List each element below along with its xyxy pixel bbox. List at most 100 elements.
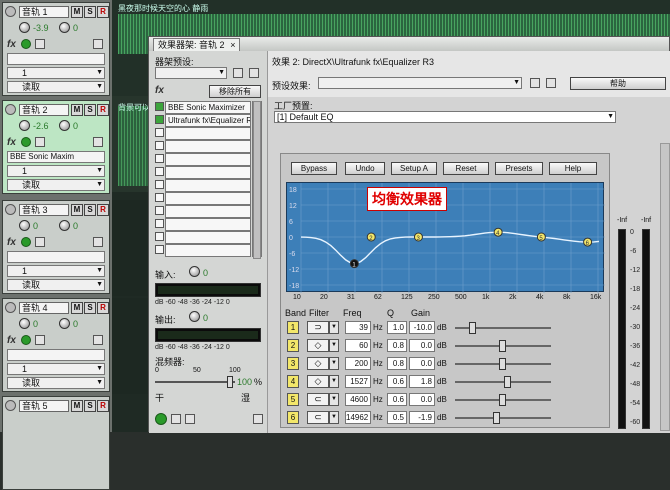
track-name[interactable]: 音轨 1 (19, 6, 69, 18)
slot-power-toggle[interactable] (155, 180, 164, 189)
mix-slider[interactable] (155, 381, 235, 383)
band-number-button[interactable]: 4 (287, 375, 299, 388)
slot-power-toggle[interactable] (155, 245, 164, 254)
automation-mode-select[interactable]: 读取 ▼ (7, 377, 105, 389)
factory-preset-select[interactable]: [1] Default EQ ▼ (274, 111, 616, 123)
rack-slot[interactable]: ▸ (155, 205, 263, 218)
gain-slider[interactable] (455, 322, 551, 334)
gain-input[interactable]: 0.0 (409, 339, 435, 352)
freq-input[interactable]: 4600 (345, 393, 371, 406)
volume-knob[interactable] (19, 220, 30, 231)
q-input[interactable]: 0.8 (387, 357, 407, 370)
delete-effect-preset-icon[interactable] (546, 78, 556, 88)
power-icon[interactable] (21, 137, 31, 147)
filter-type-icon[interactable]: ◇ (307, 339, 329, 352)
gain-slider-thumb[interactable] (493, 412, 501, 424)
track-m-button[interactable]: M (71, 6, 83, 18)
track-fx-slot[interactable] (7, 53, 105, 65)
gain-slider-thumb[interactable] (504, 376, 512, 388)
input-select[interactable]: 1 ▼ (7, 265, 105, 277)
power-icon[interactable] (155, 413, 167, 425)
rack-preset-select[interactable]: ▼ (155, 67, 227, 79)
gain-input[interactable]: -1.9 (409, 411, 435, 424)
slot-effect-name[interactable] (165, 153, 251, 166)
slot-power-toggle[interactable] (155, 232, 164, 241)
freq-input[interactable]: 14962 (345, 411, 371, 424)
eq-setup-a-button[interactable]: Setup A (391, 162, 437, 175)
rack-slot[interactable]: ▸ (155, 140, 263, 153)
volume-knob[interactable] (19, 120, 30, 131)
chevron-down-icon[interactable]: ▼ (329, 411, 339, 424)
slot-power-toggle[interactable] (155, 193, 164, 202)
track-name[interactable]: 音轨 4 (19, 302, 69, 314)
input-knob[interactable] (189, 266, 200, 277)
rack-slot[interactable]: ▸ (155, 153, 263, 166)
output-knob[interactable] (189, 311, 200, 322)
band-number-button[interactable]: 6 (287, 411, 299, 424)
slot-power-toggle[interactable] (155, 167, 164, 176)
automation-mode-select[interactable]: 读取 ▼ (7, 81, 105, 93)
slot-effect-name[interactable]: Ultrafunk fx\Equalizer R (165, 114, 251, 127)
help-button[interactable]: 帮助 (570, 77, 666, 90)
track-fx-slot[interactable]: BBE Sonic Maxim (7, 151, 105, 163)
slot-power-toggle[interactable] (155, 154, 164, 163)
q-input[interactable]: 1.0 (387, 321, 407, 334)
track-2[interactable]: 音轨 2 M S R -2.6 0 fx BBE Sonic Maxim 1 ▼ 读取 ▼ (2, 100, 110, 194)
slot-power-toggle[interactable] (155, 128, 164, 137)
gain-input[interactable]: 0.0 (409, 393, 435, 406)
eq-reset-button[interactable]: Reset (443, 162, 489, 175)
slot-power-toggle[interactable] (155, 115, 164, 124)
slot-effect-name[interactable]: BBE Sonic Maximizer (165, 101, 251, 114)
volume-knob[interactable] (19, 22, 30, 33)
fx-monitor-icon[interactable] (35, 237, 45, 247)
track-r-button[interactable]: R (97, 400, 109, 412)
q-input[interactable]: 0.6 (387, 393, 407, 406)
pan-knob[interactable] (59, 120, 70, 131)
fx-rack-icon[interactable] (93, 335, 103, 345)
chevron-down-icon[interactable]: ▼ (329, 375, 339, 388)
save-preset-icon[interactable] (233, 68, 243, 78)
gain-slider[interactable] (455, 376, 551, 388)
pan-knob[interactable] (59, 318, 70, 329)
save-effect-preset-icon[interactable] (530, 78, 540, 88)
rack-slot[interactable]: ▸ (155, 231, 263, 244)
pan-knob[interactable] (59, 22, 70, 33)
filter-type-icon[interactable]: ⊃ (307, 321, 329, 334)
slot-effect-name[interactable] (165, 231, 251, 244)
track-m-button[interactable]: M (71, 400, 83, 412)
close-icon[interactable]: × (230, 39, 235, 51)
fx-rack-icon[interactable] (93, 237, 103, 247)
slot-effect-name[interactable] (165, 192, 251, 205)
gain-slider[interactable] (455, 358, 551, 370)
input-select[interactable]: 1 ▼ (7, 165, 105, 177)
gain-slider-thumb[interactable] (499, 340, 506, 352)
rack-slot[interactable]: BBE Sonic Maximizer▸ (155, 101, 263, 114)
track-m-button[interactable]: M (71, 104, 83, 116)
track-m-button[interactable]: M (71, 204, 83, 216)
gain-input[interactable]: 1.8 (409, 375, 435, 388)
track-name[interactable]: 音轨 5 (19, 400, 69, 412)
power-icon[interactable] (21, 237, 31, 247)
rack-tab[interactable]: 效果器架: 音轨 2 × (153, 38, 240, 51)
track-s-button[interactable]: S (84, 104, 96, 116)
freq-input[interactable]: 60 (345, 339, 371, 352)
track-collapse-icon[interactable] (5, 104, 16, 115)
slot-effect-name[interactable] (165, 179, 251, 192)
rack-slot[interactable]: ▸ (155, 192, 263, 205)
automation-mode-select[interactable]: 读取 ▼ (7, 279, 105, 291)
slot-effect-name[interactable] (165, 218, 251, 231)
gain-slider[interactable] (455, 394, 551, 406)
gain-slider-thumb[interactable] (469, 322, 476, 334)
slot-power-toggle[interactable] (155, 141, 164, 150)
filter-type-icon[interactable]: ⊂ (307, 393, 329, 406)
track-3[interactable]: 音轨 3 M S R 0 0 fx 1 ▼ 读取 ▼ (2, 200, 110, 294)
eq-help-button[interactable]: Help (549, 162, 597, 175)
rack-slot[interactable]: ▸ (155, 166, 263, 179)
rack-slot[interactable]: ▸ (155, 218, 263, 231)
track-fx-slot[interactable] (7, 251, 105, 263)
effect-scrollbar[interactable] (660, 143, 670, 431)
track-5[interactable]: 音轨 5MSR (2, 396, 110, 490)
rack-slot[interactable]: ▸ (155, 127, 263, 140)
q-input[interactable]: 0.8 (387, 339, 407, 352)
fx-rack-icon[interactable] (93, 39, 103, 49)
